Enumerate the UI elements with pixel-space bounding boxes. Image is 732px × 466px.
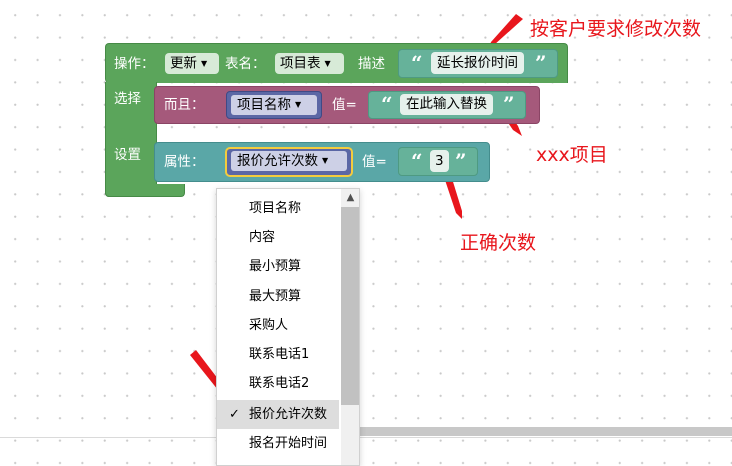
menu-item[interactable]: 内容 <box>217 223 339 252</box>
table-label: 表名： <box>225 56 266 72</box>
attribute-label: 属性： <box>164 154 205 170</box>
condition-label: 而且： <box>164 97 205 113</box>
dropdown-arrow-icon: ▼ <box>322 156 329 165</box>
condition-value-input[interactable]: 在此输入替换 <box>400 94 493 115</box>
description-input[interactable]: 延长报价时间 <box>431 52 524 74</box>
operation-dropdown[interactable]: 更新 ▼ <box>165 53 219 74</box>
close-quote-icon: ” <box>455 149 467 173</box>
menu-item-selected[interactable]: ✓ 报价允许次数 <box>217 400 339 429</box>
condition-eq-label: 值= <box>332 97 357 113</box>
operation-value: 更新 <box>170 55 197 72</box>
menu-item[interactable]: 最大预算 <box>217 282 339 311</box>
open-quote-icon: “ <box>381 92 393 116</box>
workspace-horizontal-scrollbar[interactable] <box>360 427 732 436</box>
menu-item[interactable]: 最小预算 <box>217 252 339 281</box>
annotation-project: xxx项目 <box>536 144 608 166</box>
attribute-eq-label: 值= <box>362 154 387 170</box>
open-quote-icon: “ <box>411 51 423 75</box>
description-label: 描述 <box>358 56 385 72</box>
menu-item[interactable]: 联系电话2 <box>217 369 339 398</box>
workspace-border <box>360 437 732 438</box>
dropdown-arrow-icon: ▼ <box>201 59 208 68</box>
menu-item[interactable]: 联系电话1 <box>217 340 339 369</box>
attribute-field-dropdown[interactable]: 报价允许次数 ▼ <box>231 151 347 171</box>
table-value: 项目表 <box>280 55 321 72</box>
update-block-footer[interactable] <box>105 184 185 197</box>
attribute-field-value: 报价允许次数 <box>237 153 318 169</box>
menu-item[interactable]: 报名开始时间 <box>217 429 339 458</box>
table-dropdown[interactable]: 项目表 ▼ <box>275 53 344 74</box>
checkmark-icon: ✓ <box>229 407 240 422</box>
set-label: 设置 <box>114 147 141 163</box>
open-quote-icon: “ <box>411 149 423 173</box>
menu-scrollbar-thumb[interactable] <box>341 207 359 405</box>
close-quote-icon: ” <box>535 51 547 75</box>
condition-field-value: 项目名称 <box>237 97 291 113</box>
scroll-up-icon[interactable]: ▲ <box>341 189 359 207</box>
annotation-modify-count: 按客户要求修改次数 <box>530 18 702 40</box>
annotation-correct-count: 正确次数 <box>460 232 537 254</box>
dropdown-arrow-icon: ▼ <box>295 100 302 109</box>
workspace-border <box>0 437 216 438</box>
attribute-dropdown-menu[interactable]: 项目名称 内容 最小预算 最大预算 采购人 联系电话1 联系电话2 ✓ 报价允许次… <box>216 188 360 466</box>
condition-field-dropdown[interactable]: 项目名称 ▼ <box>231 95 317 115</box>
dropdown-arrow-icon: ▼ <box>324 59 331 68</box>
select-label: 选择 <box>114 91 141 107</box>
attribute-value-input[interactable]: 3 <box>430 150 449 172</box>
operation-label: 操作： <box>114 56 155 72</box>
menu-item[interactable]: 采购人 <box>217 311 339 340</box>
menu-item[interactable]: 项目名称 <box>217 194 339 223</box>
close-quote-icon: ” <box>503 92 515 116</box>
